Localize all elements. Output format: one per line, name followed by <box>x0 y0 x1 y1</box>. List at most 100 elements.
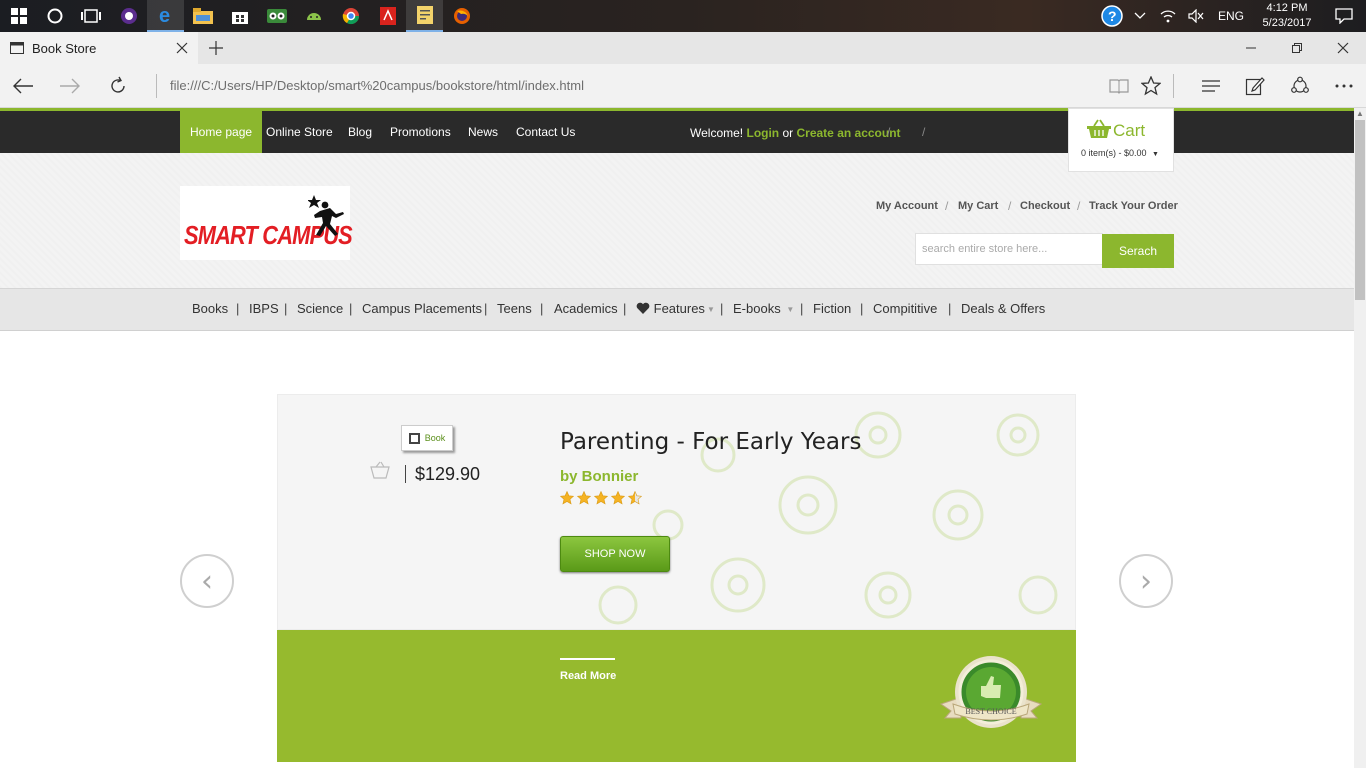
android-icon[interactable] <box>295 0 332 32</box>
create-account-link[interactable]: Create an account <box>797 126 901 140</box>
hub-icon[interactable] <box>1198 74 1224 98</box>
category-deals-offers[interactable]: Deals & Offers <box>961 301 1045 316</box>
new-tab-icon[interactable] <box>206 38 226 58</box>
account-separator: / <box>1008 199 1012 213</box>
restore-button[interactable] <box>1274 32 1320 64</box>
wifi-icon[interactable] <box>1154 0 1182 32</box>
nav-home-page[interactable]: Home page <box>180 111 263 153</box>
star-icon <box>628 491 642 505</box>
close-window-button[interactable] <box>1320 32 1366 64</box>
category-features[interactable]: Features ▼ <box>636 301 715 316</box>
windows-start-icon[interactable] <box>0 0 37 32</box>
star-icon <box>560 491 574 505</box>
category-ebooks-label: E-books <box>733 301 781 316</box>
category-campus-placements[interactable]: Campus Placements <box>362 301 482 316</box>
app-purple-icon[interactable] <box>110 0 147 32</box>
book-author[interactable]: by Bonnier <box>560 468 638 485</box>
minimize-button[interactable] <box>1228 32 1274 64</box>
file-explorer-icon[interactable] <box>184 0 221 32</box>
nav-promotions[interactable]: Promotions <box>380 111 461 153</box>
category-academics[interactable]: Academics <box>554 301 618 316</box>
acrobat-icon[interactable] <box>369 0 406 32</box>
address-field[interactable]: file:///C:/Users/HP/Desktop/smart%20camp… <box>170 78 584 93</box>
star-icon <box>594 491 608 505</box>
category-separator: | <box>860 301 864 316</box>
checkout-link[interactable]: Checkout <box>1020 200 1070 212</box>
category-features-label: Features <box>653 301 705 316</box>
category-fiction[interactable]: Fiction <box>813 301 851 316</box>
scrollbar-thumb[interactable] <box>1355 120 1365 300</box>
shop-now-button[interactable]: SHOP NOW <box>560 536 670 572</box>
language-indicator[interactable]: ENG <box>1210 9 1252 23</box>
category-separator: | <box>623 301 627 316</box>
chevron-left-icon: ‹ <box>201 563 213 599</box>
my-account-link[interactable]: My Account <box>876 200 938 212</box>
back-icon[interactable] <box>10 74 36 98</box>
search-button[interactable]: Serach <box>1102 234 1174 268</box>
reading-view-icon[interactable] <box>1106 74 1132 98</box>
book-tag[interactable]: Book <box>401 425 453 451</box>
category-ebooks[interactable]: E-books ▼ <box>733 301 794 316</box>
read-more-link[interactable]: Read More <box>560 670 616 682</box>
volume-muted-icon[interactable] <box>1182 0 1210 32</box>
slider-next-button[interactable]: › <box>1119 554 1173 608</box>
share-icon[interactable] <box>1287 74 1313 98</box>
category-teens[interactable]: Teens <box>497 301 532 316</box>
category-ibps[interactable]: IBPS <box>249 301 279 316</box>
clock[interactable]: 4:12 PM 5/23/2017 <box>1252 1 1322 31</box>
slider-prev-button[interactable]: ‹ <box>180 554 234 608</box>
logo-figure-icon <box>308 195 344 236</box>
category-compititive[interactable]: Compititive <box>873 301 937 316</box>
notifications-icon[interactable] <box>1322 0 1366 32</box>
nav-blog[interactable]: Blog <box>338 111 382 153</box>
refresh-icon[interactable] <box>105 74 131 98</box>
track-order-link[interactable]: Track Your Order <box>1089 200 1178 212</box>
cart-summary[interactable]: 0 item(s) - $0.00 ▼ <box>1081 148 1159 158</box>
book-title[interactable]: Parenting - For Early Years <box>560 429 861 455</box>
browser-tab[interactable]: Book Store <box>0 32 198 64</box>
svg-text:e: e <box>159 5 170 25</box>
favorite-star-icon[interactable] <box>1138 74 1164 98</box>
search-input[interactable]: search entire store here... <box>915 233 1103 265</box>
more-icon[interactable] <box>1331 74 1357 98</box>
cortana-icon[interactable] <box>36 0 73 32</box>
svg-text:?: ? <box>1108 8 1117 24</box>
site-logo[interactable]: SMART CAMPUS <box>180 186 353 260</box>
book-price: $129.90 <box>415 464 481 484</box>
forward-icon[interactable] <box>57 74 83 98</box>
price-divider <box>405 465 406 483</box>
browser-tab-strip: Book Store <box>0 32 1366 64</box>
category-separator: | <box>284 301 288 316</box>
chevron-up-icon[interactable] <box>1126 0 1154 32</box>
badge-text: BEST CHOICE <box>965 707 1016 716</box>
book-tag-label: Book <box>424 433 446 443</box>
store-icon[interactable] <box>221 0 258 32</box>
my-cart-link[interactable]: My Cart <box>958 200 998 212</box>
web-note-icon[interactable] <box>1242 74 1268 98</box>
page-scrollbar[interactable]: ▲ <box>1354 108 1366 768</box>
tripadvisor-icon[interactable] <box>258 0 295 32</box>
edge-icon[interactable]: e <box>147 0 184 32</box>
page-viewport: Home page Online Store Blog Promotions N… <box>0 108 1354 768</box>
chrome-icon[interactable] <box>332 0 369 32</box>
scroll-up-icon[interactable]: ▲ <box>1354 108 1366 120</box>
welcome-message: Welcome! Login or Create an account <box>690 126 901 140</box>
nav-contact-us[interactable]: Contact Us <box>506 111 585 153</box>
url-divider <box>156 74 157 98</box>
cart-widget[interactable]: Cart 0 item(s) - $0.00 ▼ <box>1068 108 1174 172</box>
task-view-icon[interactable] <box>72 0 109 32</box>
help-icon[interactable]: ? <box>1098 0 1126 32</box>
toolbar-divider <box>1173 74 1174 98</box>
firefox-icon[interactable] <box>443 0 480 32</box>
login-link[interactable]: Login <box>746 126 779 140</box>
notepad-icon[interactable] <box>406 0 443 32</box>
category-science[interactable]: Science <box>297 301 343 316</box>
category-separator: | <box>236 301 240 316</box>
chevron-right-icon: › <box>1140 563 1152 599</box>
account-separator: / <box>1077 199 1081 213</box>
tab-close-icon[interactable] <box>174 40 190 56</box>
category-books[interactable]: Books <box>192 301 228 316</box>
nav-news[interactable]: News <box>458 111 508 153</box>
nav-online-store[interactable]: Online Store <box>256 111 343 153</box>
category-separator: | <box>948 301 952 316</box>
